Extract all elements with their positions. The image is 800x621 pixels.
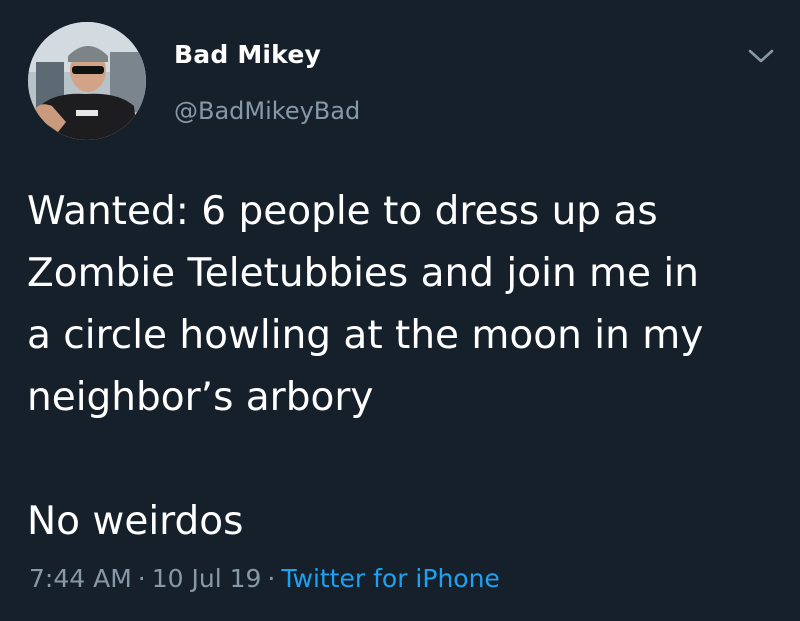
meta-separator: · xyxy=(267,564,276,593)
tweet-card: Bad Mikey @BadMikeyBad Wanted: 6 people … xyxy=(0,0,800,621)
tweet-text-line: Zombie Teletubbies and join me in xyxy=(27,251,699,296)
user-avatar-photo xyxy=(28,22,146,140)
user-handle[interactable]: @BadMikeyBad xyxy=(174,97,360,125)
tweet-date[interactable]: 10 Jul 19 xyxy=(152,564,262,593)
tweet-text-line: neighbor’s arbory xyxy=(27,375,374,420)
avatar[interactable] xyxy=(28,22,146,140)
tweet-text-closing: No weirdos xyxy=(27,499,244,544)
display-name[interactable]: Bad Mikey xyxy=(174,40,321,69)
tweet-source-link[interactable]: Twitter for iPhone xyxy=(281,564,499,593)
meta-separator: · xyxy=(137,564,146,593)
tweet-text-line: Wanted: 6 people to dress up as xyxy=(27,189,658,234)
tweet-time[interactable]: 7:44 AM xyxy=(29,564,132,593)
tweet-text: Wanted: 6 people to dress up as Zombie T… xyxy=(27,181,772,553)
chevron-down-icon[interactable] xyxy=(746,44,776,68)
tweet-meta: 7:44 AM · 10 Jul 19 · Twitter for iPhone xyxy=(29,564,500,593)
tweet-text-line: a circle howling at the moon in my xyxy=(27,313,704,358)
